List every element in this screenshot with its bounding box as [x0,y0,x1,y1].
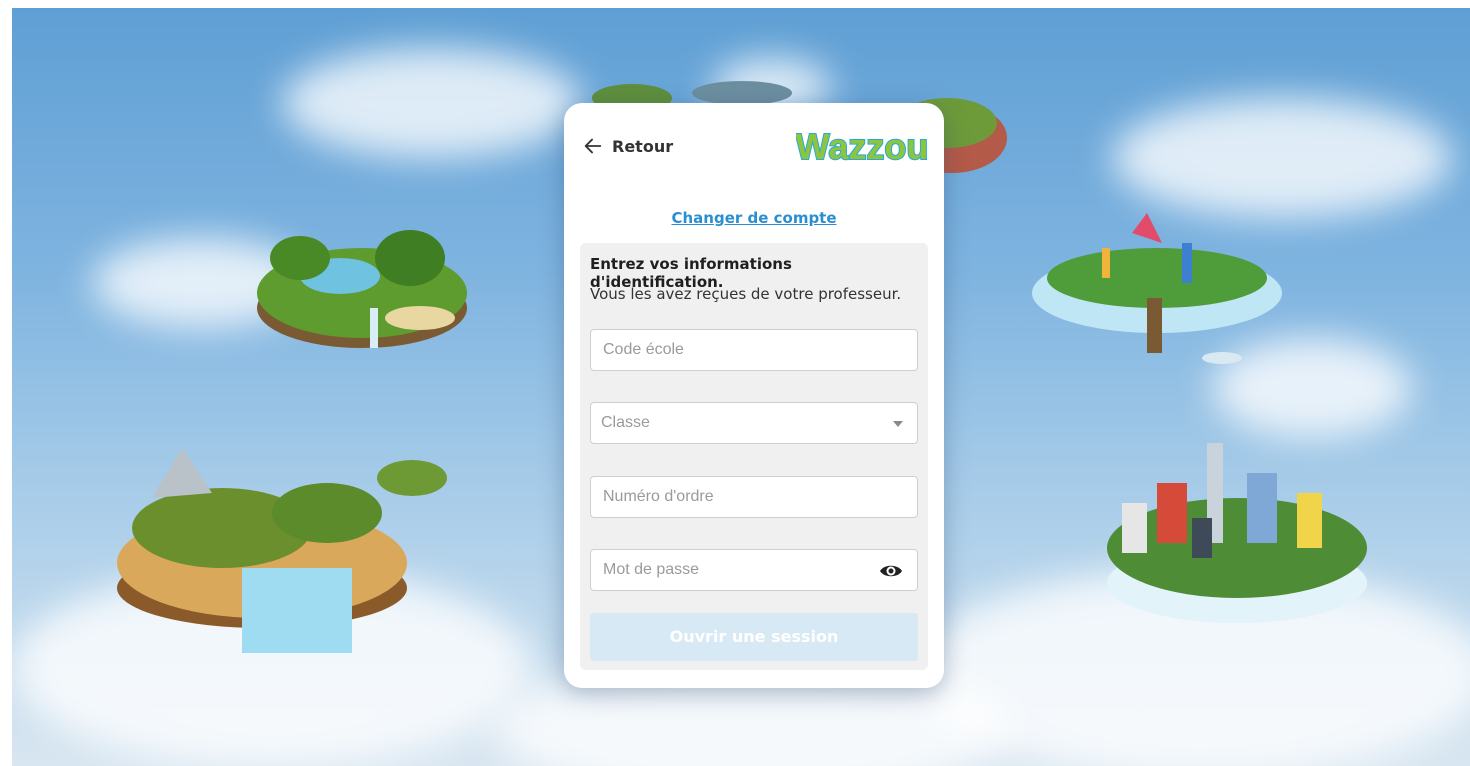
cloud [1112,98,1452,218]
password-input[interactable] [601,560,907,580]
form-subtitle: Vous les avez reçues de votre professeur… [590,285,902,303]
eye-icon[interactable] [879,560,903,582]
jungle-island-image [257,230,467,348]
savanna-island-image [117,448,447,653]
order-number-field[interactable] [590,476,918,518]
login-card: Retour Wazzou Changer de compte Entrez v… [564,103,944,688]
order-number-input[interactable] [601,487,907,507]
svg-text:Wazzou: Wazzou [796,126,928,167]
switch-account-link[interactable]: Changer de compte [564,209,944,227]
back-button[interactable]: Retour [582,135,673,157]
cloud [282,48,582,158]
school-code-field[interactable] [590,329,918,371]
class-select-value: Classe [601,414,650,431]
arrow-left-icon [584,138,602,154]
water-park-island-image [1032,213,1282,364]
chevron-down-icon [893,421,903,427]
back-label: Retour [612,136,674,156]
page-frame: Retour Wazzou Changer de compte Entrez v… [0,0,1470,766]
wazzou-logo: Wazzou [796,125,928,167]
city-island-image [1107,443,1367,623]
open-session-button[interactable]: Ouvrir une session [590,613,918,661]
school-code-input[interactable] [601,340,907,360]
password-field[interactable] [590,549,918,591]
login-form-panel: Entrez vos informations d'identification… [580,243,928,670]
class-select[interactable]: Classe [590,402,918,444]
